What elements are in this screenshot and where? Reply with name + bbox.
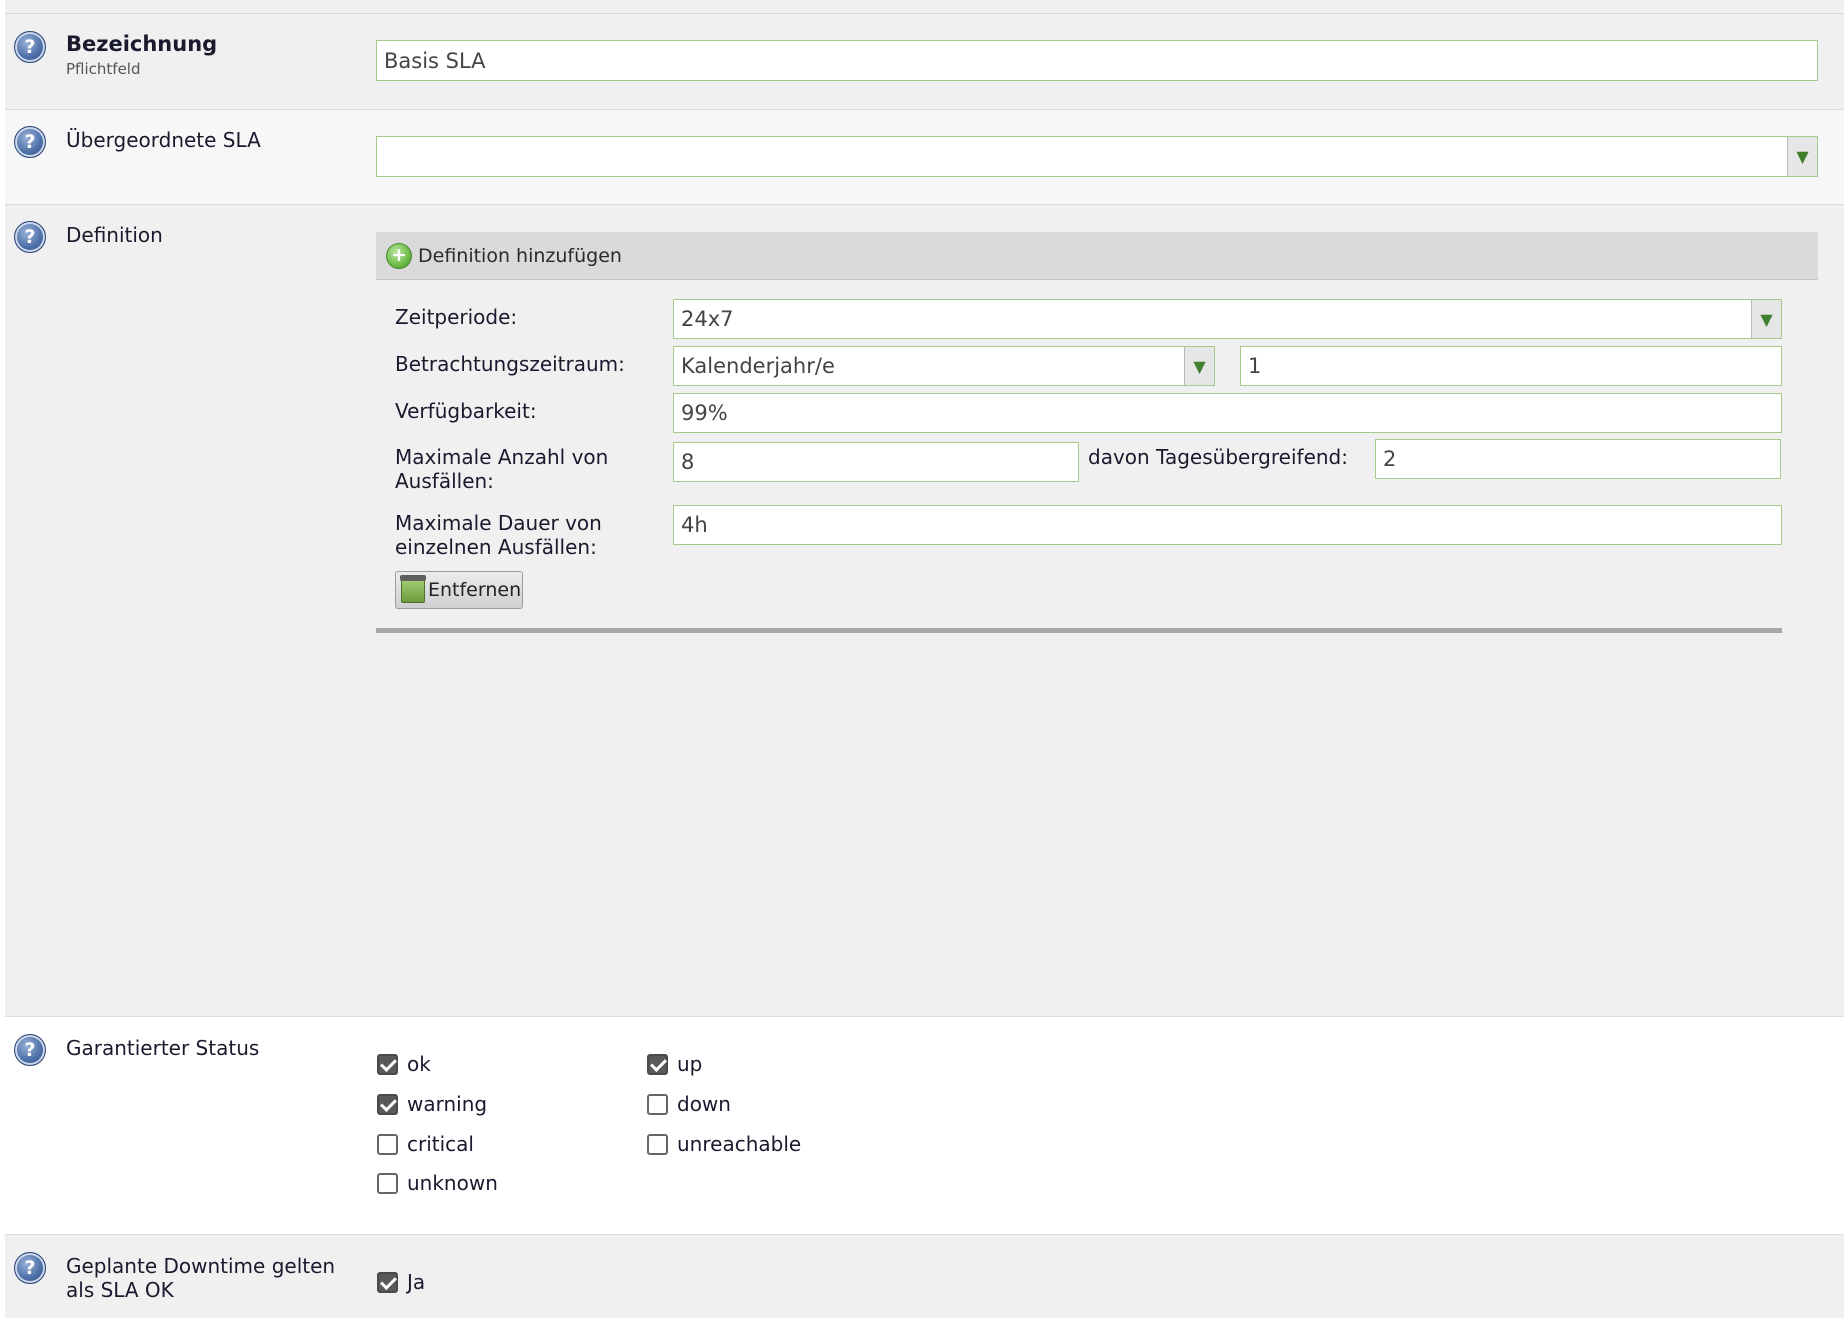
help-icon[interactable]: ?	[14, 1252, 46, 1284]
max-anzahl-label-line2: Ausfällen:	[395, 469, 494, 493]
zeitperiode-value: 24x7	[681, 307, 734, 331]
definition-label: Definition	[66, 223, 163, 247]
sla-form: ? Bezeichnung Pflichtfeld Basis SLA ? Üb…	[0, 0, 1844, 1318]
betrachtung-value: Kalenderjahr/e	[681, 354, 835, 378]
add-definition-button[interactable]: + Definition hinzufügen	[376, 232, 1818, 280]
parent-sla-label: Übergeordnete SLA	[66, 128, 261, 152]
checkbox-label-unknown: unknown	[407, 1171, 498, 1195]
checkbox-unreachable[interactable]	[647, 1134, 668, 1155]
row-status	[5, 1017, 1844, 1235]
help-icon[interactable]: ?	[14, 221, 46, 253]
checkbox-down[interactable]	[647, 1094, 668, 1115]
davon-input[interactable]: 2	[1375, 439, 1781, 479]
downtime-label-line1: Geplante Downtime gelten	[66, 1254, 336, 1278]
remove-label: Entfernen	[428, 579, 522, 601]
checkbox-unknown[interactable]	[377, 1173, 398, 1194]
chevron-down-icon[interactable]: ▼	[1184, 347, 1214, 385]
top-border	[5, 0, 1844, 14]
betrachtung-label: Betrachtungszeitraum:	[395, 352, 625, 376]
checkbox-warning[interactable]	[377, 1094, 398, 1115]
max-anzahl-input[interactable]: 8	[673, 442, 1079, 482]
checkbox-label-unreachable: unreachable	[677, 1132, 802, 1156]
definition-divider	[376, 628, 1782, 633]
checkbox-label-down: down	[677, 1092, 731, 1116]
max-dauer-label-line1: Maximale Dauer von	[395, 511, 602, 535]
status-label: Garantierter Status	[66, 1036, 260, 1060]
chevron-down-icon[interactable]: ▼	[1787, 137, 1817, 176]
verfuegbarkeit-label: Verfügbarkeit:	[395, 399, 537, 423]
parent-sla-select[interactable]: ▼	[376, 136, 1818, 177]
trash-icon	[400, 575, 426, 603]
checkbox-label-ja: Ja	[407, 1270, 426, 1294]
davon-label: davon Tagesübergreifend:	[1088, 445, 1348, 469]
chevron-down-icon[interactable]: ▼	[1751, 300, 1781, 338]
checkbox-up[interactable]	[647, 1054, 668, 1075]
add-definition-label: Definition hinzufügen	[418, 244, 622, 267]
checkbox-ok[interactable]	[377, 1054, 398, 1075]
checkbox-critical[interactable]	[377, 1134, 398, 1155]
max-dauer-label-line2: einzelnen Ausfällen:	[395, 535, 597, 559]
zeitperiode-label: Zeitperiode:	[395, 305, 518, 329]
verfuegbarkeit-input[interactable]: 99%	[673, 393, 1782, 433]
checkbox-label-warning: warning	[407, 1092, 488, 1116]
zeitperiode-select[interactable]: 24x7 ▼	[673, 299, 1782, 339]
betrachtung-select[interactable]: Kalenderjahr/e ▼	[673, 346, 1215, 386]
name-label: Bezeichnung	[66, 32, 218, 56]
plus-icon: +	[386, 242, 412, 269]
checkbox-downtime-ja[interactable]	[377, 1272, 398, 1293]
name-input[interactable]: Basis SLA	[376, 40, 1818, 81]
betrachtung-count-input[interactable]: 1	[1240, 346, 1782, 386]
checkbox-label-critical: critical	[407, 1132, 474, 1156]
checkbox-label-ok: ok	[407, 1052, 431, 1076]
downtime-label-line2: als SLA OK	[66, 1278, 174, 1302]
required-hint: Pflichtfeld	[66, 60, 141, 78]
remove-definition-button[interactable]: Entfernen	[395, 571, 523, 609]
max-anzahl-label-line1: Maximale Anzahl von	[395, 445, 609, 469]
help-icon[interactable]: ?	[14, 31, 46, 63]
checkbox-label-up: up	[677, 1052, 703, 1076]
max-dauer-input[interactable]: 4h	[673, 505, 1782, 545]
help-icon[interactable]: ?	[14, 126, 46, 158]
help-icon[interactable]: ?	[14, 1034, 46, 1066]
